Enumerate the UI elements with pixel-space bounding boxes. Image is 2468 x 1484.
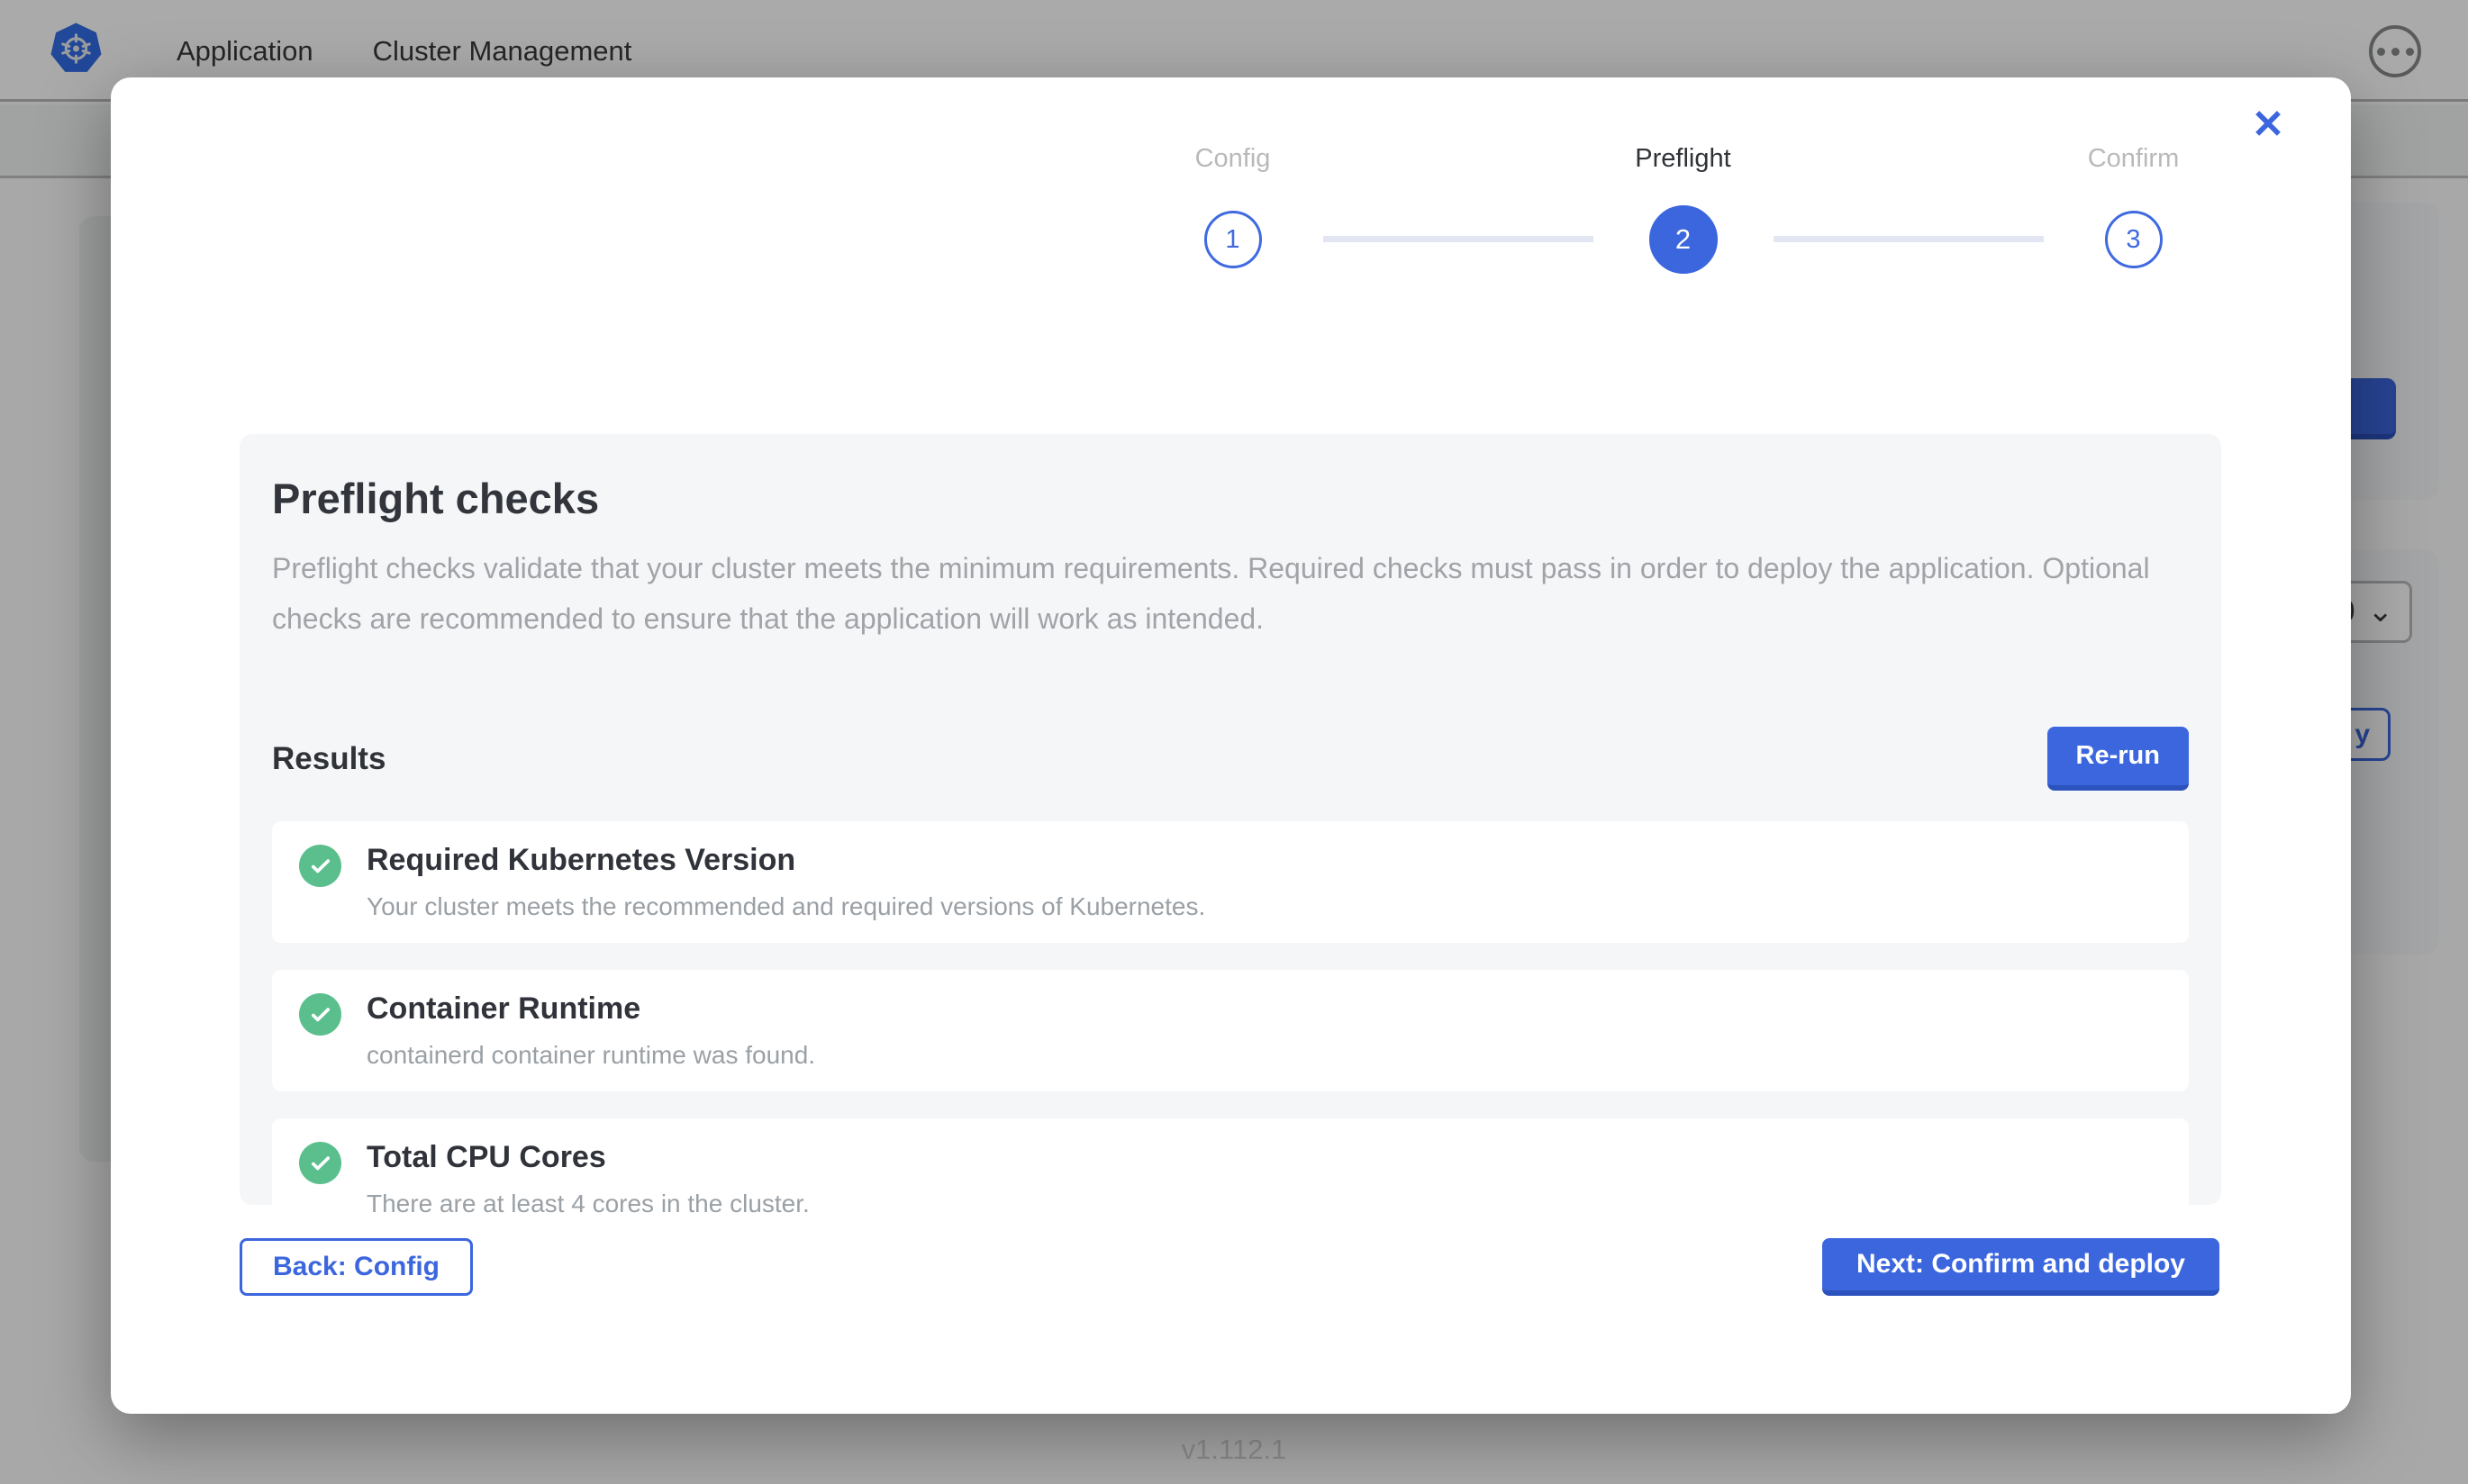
- stepper-connector: [1323, 236, 1593, 242]
- check-title: Required Kubernetes Version: [367, 843, 1205, 878]
- check-result-text: Required Kubernetes Version Your cluster…: [367, 843, 1205, 921]
- step-confirm[interactable]: Confirm 3: [2044, 144, 2224, 268]
- check-pass-icon: [299, 993, 341, 1036]
- check-description: containerd container runtime was found.: [367, 1041, 815, 1070]
- check-description: Your cluster meets the recommended and r…: [367, 892, 1205, 921]
- check-description: There are at least 4 cores in the cluste…: [367, 1190, 810, 1218]
- step-label: Preflight: [1635, 144, 1730, 176]
- step-circle: 1: [1204, 211, 1262, 268]
- check-title: Container Runtime: [367, 991, 815, 1027]
- page-title: Preflight checks: [272, 474, 2189, 523]
- modal-footer: Back: Config Next: Confirm and deploy: [240, 1238, 2219, 1296]
- step-preflight[interactable]: Preflight 2: [1593, 144, 1774, 274]
- preflight-panel: Preflight checks Preflight checks valida…: [240, 434, 2221, 1205]
- step-label: Confirm: [2088, 144, 2180, 176]
- back-config-button[interactable]: Back: Config: [240, 1238, 473, 1296]
- step-label: Config: [1195, 144, 1271, 176]
- check-results-list: Required Kubernetes Version Your cluster…: [272, 821, 2189, 1240]
- step-circle: 2: [1649, 205, 1718, 274]
- check-pass-icon: [299, 1142, 341, 1184]
- stepper-connector: [1774, 236, 2044, 242]
- check-pass-icon: [299, 845, 341, 887]
- next-confirm-deploy-button[interactable]: Next: Confirm and deploy: [1822, 1238, 2219, 1296]
- check-title: Total CPU Cores: [367, 1140, 810, 1175]
- check-result-text: Container Runtime containerd container r…: [367, 991, 815, 1070]
- check-result-text: Total CPU Cores There are at least 4 cor…: [367, 1140, 810, 1218]
- preflight-description: Preflight checks validate that your clus…: [272, 543, 2189, 644]
- rerun-button[interactable]: Re-run: [2047, 727, 2189, 791]
- step-config[interactable]: Config 1: [1143, 144, 1323, 268]
- check-result-row: Container Runtime containerd container r…: [272, 970, 2189, 1091]
- close-icon[interactable]: ✕: [2243, 99, 2293, 149]
- results-heading: Results: [272, 741, 386, 777]
- check-result-row: Required Kubernetes Version Your cluster…: [272, 821, 2189, 943]
- results-header-row: Results Re-run: [272, 727, 2189, 791]
- check-result-row: Total CPU Cores There are at least 4 cor…: [272, 1118, 2189, 1240]
- preflight-modal: ✕ Config 1 Preflight 2 Confirm 3 Preflig…: [111, 77, 2351, 1414]
- step-circle: 3: [2105, 211, 2163, 268]
- wizard-stepper: Config 1 Preflight 2 Confirm 3: [1143, 144, 2224, 274]
